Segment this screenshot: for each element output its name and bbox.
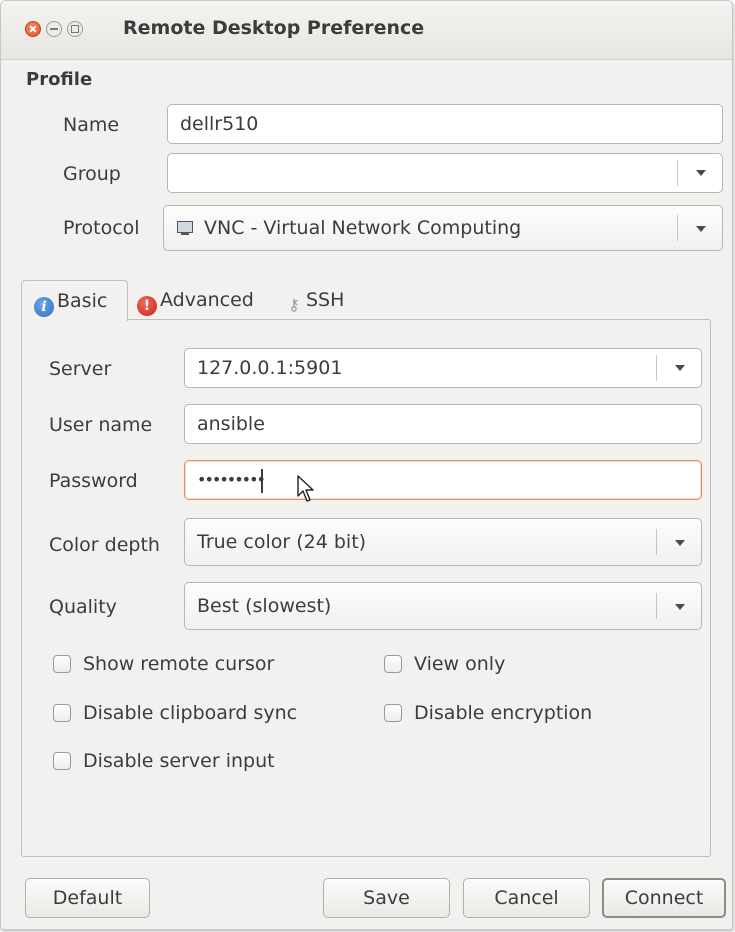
- quality-combo-separator: [656, 593, 657, 619]
- chevron-down-icon[interactable]: [675, 604, 685, 610]
- maximize-window-button[interactable]: [67, 21, 83, 37]
- default-button[interactable]: Default: [25, 878, 150, 918]
- chevron-down-icon[interactable]: [675, 540, 685, 546]
- save-button[interactable]: Save: [323, 878, 450, 918]
- color-depth-value: True color (24 bit): [197, 531, 367, 553]
- name-label: Name: [63, 114, 120, 136]
- tab-advanced[interactable]: ! Advanced: [131, 280, 254, 320]
- title-bar: Remote Desktop Preference: [1, 1, 732, 60]
- protocol-combobox[interactable]: VNC - Virtual Network Computing: [163, 205, 723, 251]
- disable-clipboard-sync-label: Disable clipboard sync: [83, 702, 298, 724]
- username-input[interactable]: ansible: [184, 404, 702, 444]
- disable-clipboard-sync-checkbox[interactable]: Disable clipboard sync: [53, 700, 297, 726]
- checkbox-box[interactable]: [53, 655, 71, 673]
- protocol-value: VNC - Virtual Network Computing: [204, 217, 522, 239]
- text-caret: [261, 469, 263, 493]
- cancel-button[interactable]: Cancel: [463, 878, 590, 918]
- chevron-down-icon[interactable]: [696, 226, 706, 232]
- group-combobox[interactable]: [167, 153, 723, 193]
- color-depth-combo-separator: [656, 529, 657, 555]
- protocol-label: Protocol: [63, 217, 140, 239]
- tab-advanced-label: Advanced: [160, 289, 254, 311]
- tab-basic[interactable]: i Basic: [21, 280, 128, 321]
- server-combobox[interactable]: 127.0.0.1:5901: [184, 348, 702, 388]
- window-title: Remote Desktop Preference: [123, 17, 425, 39]
- server-value: 127.0.0.1:5901: [197, 357, 343, 379]
- checkbox-box[interactable]: [384, 655, 402, 673]
- chevron-down-icon[interactable]: [675, 365, 685, 371]
- remote-desktop-preference-window: Remote Desktop Preference Profile Name d…: [0, 0, 733, 930]
- username-label: User name: [49, 414, 153, 436]
- disable-encryption-checkbox[interactable]: Disable encryption: [384, 700, 592, 726]
- screen-icon: [176, 221, 194, 235]
- group-label: Group: [63, 163, 121, 185]
- show-remote-cursor-checkbox[interactable]: Show remote cursor: [53, 651, 274, 677]
- minimize-window-button[interactable]: [46, 21, 62, 37]
- info-icon: i: [34, 297, 54, 317]
- profile-section-title: Profile: [26, 69, 93, 90]
- quality-label: Quality: [49, 596, 117, 618]
- name-input[interactable]: dellr510: [167, 104, 723, 144]
- mouse-pointer-icon: [297, 475, 314, 502]
- show-remote-cursor-label: Show remote cursor: [83, 653, 275, 675]
- server-combo-separator: [656, 355, 657, 381]
- disable-server-input-checkbox[interactable]: Disable server input: [53, 748, 275, 774]
- connect-button[interactable]: Connect: [602, 878, 726, 918]
- group-combo-separator: [677, 160, 678, 186]
- view-only-checkbox[interactable]: View only: [384, 651, 505, 677]
- checkbox-box[interactable]: [53, 752, 71, 770]
- quality-combobox[interactable]: Best (slowest): [184, 582, 702, 630]
- password-label: Password: [49, 470, 138, 492]
- chevron-down-icon[interactable]: [696, 170, 706, 176]
- protocol-combo-separator: [677, 215, 678, 241]
- color-depth-label: Color depth: [49, 534, 160, 556]
- tab-basic-label: Basic: [57, 290, 108, 312]
- key-icon: ⚷: [288, 295, 300, 314]
- disable-server-input-label: Disable server input: [83, 750, 275, 772]
- disable-encryption-label: Disable encryption: [414, 702, 593, 724]
- checkbox-box[interactable]: [53, 704, 71, 722]
- checkbox-box[interactable]: [384, 704, 402, 722]
- tab-ssh-label: SSH: [306, 289, 345, 311]
- tab-ssh[interactable]: ⚷ SSH: [279, 280, 344, 320]
- view-only-label: View only: [414, 653, 506, 675]
- server-label: Server: [49, 358, 112, 380]
- warning-icon: !: [137, 296, 157, 316]
- color-depth-combobox[interactable]: True color (24 bit): [184, 518, 702, 566]
- quality-value: Best (slowest): [197, 595, 332, 617]
- close-window-button[interactable]: [25, 21, 41, 37]
